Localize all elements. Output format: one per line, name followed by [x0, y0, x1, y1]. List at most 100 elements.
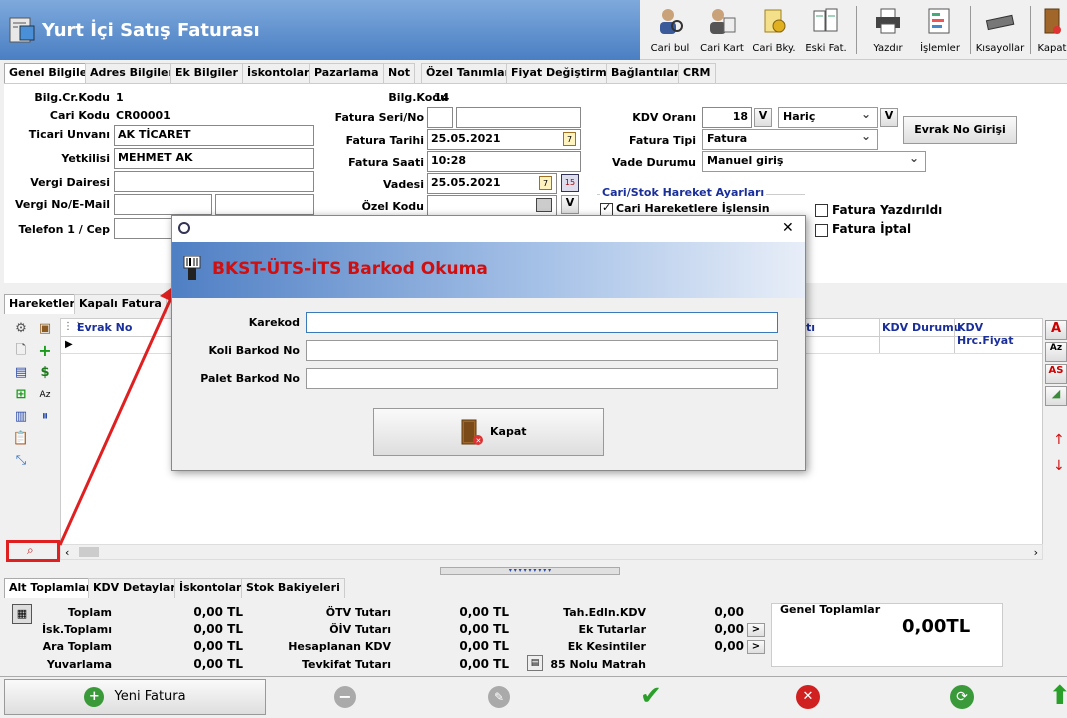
tab-kdv-detaylari[interactable]: KDV Detayları — [88, 578, 185, 598]
islemler-button[interactable]: İşlemler — [914, 4, 966, 58]
calendar-15-icon[interactable]: 15 — [561, 174, 579, 192]
dollar-icon[interactable]: $ — [36, 364, 54, 382]
ozel-kodu-v-button[interactable]: V — [561, 195, 579, 214]
tab-alt-toplamlar[interactable]: Alt Toplamlar — [4, 578, 97, 598]
barcode-reader-icon[interactable]: ▥ — [12, 408, 30, 426]
arrow-up-green-icon[interactable]: ⬆ — [1049, 681, 1067, 711]
tab-iskontolar-totals[interactable]: İskontolar — [174, 578, 247, 598]
telefon-field[interactable] — [114, 218, 174, 239]
tab-stok-bakiyeleri[interactable]: Stok Bakiyeleri — [241, 578, 345, 598]
movement-side-toolbar: ⚙ ▣ 🗋 + ▤ $ ⊞ Az ▥ ⏸ 📋 ⤡ — [10, 318, 58, 528]
tab-baglantilar[interactable]: Bağlantılar — [606, 63, 685, 83]
tab-kapali-fatura[interactable]: Kapalı Fatura — [74, 294, 167, 314]
gear-icon[interactable]: ⚙ — [12, 320, 30, 338]
vergi-dairesi-field[interactable] — [114, 171, 314, 192]
cari-bky-button[interactable]: Cari Bky. — [748, 4, 800, 58]
tab-hareketler[interactable]: Hareketler — [4, 294, 80, 314]
vadesi-field[interactable]: 25.05.2021 — [427, 173, 557, 194]
tab-not[interactable]: Not — [383, 63, 416, 83]
email-field[interactable] — [215, 194, 314, 215]
fatura-tipi-select[interactable]: Fatura — [702, 129, 878, 150]
kisayollar-button[interactable]: Kısayollar — [974, 4, 1026, 58]
note-icon[interactable]: ▤ — [527, 655, 543, 671]
calendar-icon[interactable]: 7 — [563, 132, 576, 146]
karekod-input[interactable] — [306, 312, 778, 333]
arrow-up-icon[interactable]: ↑ — [1053, 432, 1065, 448]
package-icon[interactable]: ▣ — [36, 320, 54, 338]
tab-genel-bilgiler[interactable]: Genel Bilgiler — [4, 63, 98, 83]
fatura-saati-field[interactable]: 10:28 — [427, 151, 581, 172]
barcode-read-button[interactable]: ⌕ — [6, 540, 60, 562]
refresh-circle-icon[interactable]: ⟳ — [950, 685, 974, 709]
yetkili-field[interactable]: MEHMET AK — [114, 148, 314, 169]
yeni-fatura-button[interactable]: + Yeni Fatura — [4, 679, 266, 715]
font-a-icon[interactable]: A — [1045, 320, 1067, 340]
lookup-icon[interactable] — [536, 198, 552, 212]
door-exit-icon — [1044, 8, 1061, 34]
palet-barkod-input[interactable] — [306, 368, 778, 389]
close-icon[interactable]: ✕ — [782, 220, 794, 236]
dialog-kapat-label: Kapat — [490, 425, 527, 438]
yazdir-button[interactable]: Yazdır — [862, 4, 914, 58]
col-kdv-hrc-fiyat[interactable]: KDV Hrc.Fiyat — [957, 321, 1042, 347]
kdv-v-button[interactable]: V — [754, 108, 772, 127]
tab-iskontolar[interactable]: İskontolar — [242, 63, 315, 83]
splitter-handle[interactable]: ▾ ▾ ▾ ▾ ▾ ▾ ▾ ▾ ▾ — [440, 567, 620, 575]
evrak-no-girisi-button[interactable]: Evrak No Girişi — [903, 116, 1017, 144]
link-icon[interactable]: ⤡ — [12, 452, 30, 470]
col-evrak-no[interactable]: Evrak No — [77, 321, 132, 334]
kdv-orani-field[interactable]: 18 — [702, 107, 752, 128]
calendar-icon[interactable]: 7 — [539, 176, 552, 190]
scroll-right-icon[interactable]: › — [1034, 546, 1038, 559]
tab-fiyat-degistirme[interactable]: Fiyat Değiştirme — [506, 63, 620, 83]
checkmark-icon[interactable]: ✔ — [640, 681, 662, 711]
kapat-toolbar-button[interactable]: Kapat — [1032, 4, 1067, 58]
pause-box-icon[interactable]: ⏸ — [36, 408, 54, 426]
vergi-no-field[interactable] — [114, 194, 212, 215]
minus-circle-icon[interactable]: − — [334, 686, 356, 708]
fatura-yazdirildi-checkbox[interactable] — [815, 204, 828, 217]
sort-az-icon[interactable]: Az — [36, 386, 54, 404]
calculator-icon[interactable]: ▦ — [12, 604, 32, 624]
tab-pazarlama[interactable]: Pazarlama — [309, 63, 384, 83]
tab-adres-bilgileri[interactable]: Adres Bilgileri — [85, 63, 183, 83]
plus-icon[interactable]: + — [36, 342, 54, 360]
clipboard-icon[interactable]: 📋 — [12, 430, 30, 448]
chart-icon[interactable]: ◢ — [1045, 386, 1067, 406]
scroll-thumb[interactable] — [79, 547, 99, 557]
document-list-icon[interactable]: ▤ — [12, 364, 30, 382]
new-document-icon[interactable]: 🗋 — [12, 342, 30, 360]
vade-durumu-select[interactable]: Manuel giriş — [702, 151, 926, 172]
tab-ozel-tanimlar[interactable]: Özel Tanımlar — [421, 63, 516, 83]
ticari-unvan-field[interactable]: AK TİCARET — [114, 125, 314, 146]
person-balance-icon — [764, 9, 786, 33]
koli-barkod-input[interactable] — [306, 340, 778, 361]
add-box-icon[interactable]: ⊞ — [12, 386, 30, 404]
hes-kdv-value: 0,00 TL — [459, 639, 509, 653]
grid-horizontal-scrollbar[interactable]: ‹ › — [60, 544, 1043, 560]
koli-barkod-label: Koli Barkod No — [208, 344, 300, 357]
fatura-no-field[interactable] — [456, 107, 581, 128]
scroll-left-icon[interactable]: ‹ — [65, 546, 69, 559]
kdv-type-v-button[interactable]: V — [880, 108, 898, 127]
bottom-action-bar: + Yeni Fatura − ✎ ✔ ✕ ⟳ ⬆ — [0, 676, 1067, 718]
fatura-seri-field[interactable] — [427, 107, 453, 128]
font-as-icon[interactable]: AS — [1045, 364, 1067, 384]
dialog-kapat-button[interactable]: ✕ Kapat — [373, 408, 604, 456]
fatura-tarihi-field[interactable]: 25.05.2021 — [427, 129, 581, 150]
cari-kart-button[interactable]: Cari Kart — [696, 4, 748, 58]
col-partial[interactable]: tı — [806, 321, 815, 334]
ek-tutarlar-more-button[interactable]: > — [747, 623, 765, 637]
tah-edln-label: Tah.Edln.KDV — [563, 606, 646, 619]
ek-kesintiler-more-button[interactable]: > — [747, 640, 765, 654]
kdv-type-select[interactable]: Hariç — [778, 107, 878, 128]
sort-az-icon[interactable]: Az — [1045, 342, 1067, 362]
col-kdv-durumu[interactable]: KDV Durumu — [882, 321, 962, 334]
tab-crm[interactable]: CRM — [678, 63, 716, 83]
cari-bul-button[interactable]: Cari bul — [644, 4, 696, 58]
arrow-down-icon[interactable]: ↓ — [1053, 458, 1065, 474]
fatura-iptal-checkbox[interactable] — [815, 224, 828, 237]
edit-circle-icon[interactable]: ✎ — [488, 686, 510, 708]
eski-fat-button[interactable]: Eski Fat. — [800, 4, 852, 58]
cancel-circle-icon[interactable]: ✕ — [796, 685, 820, 709]
